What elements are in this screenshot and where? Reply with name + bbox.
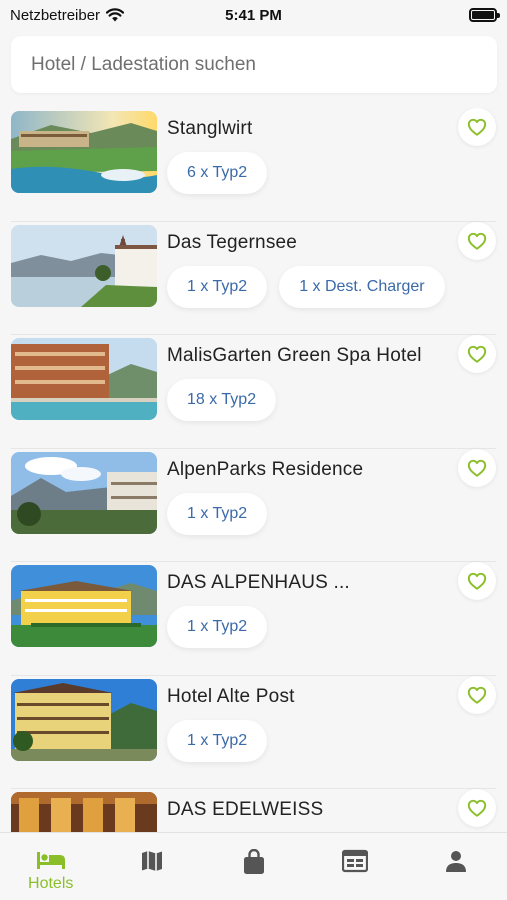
heart-icon — [467, 345, 487, 363]
hotel-row[interactable]: Stanglwirt 6 x Typ2 — [11, 108, 496, 222]
charger-chips: 1 x Typ2 — [167, 606, 268, 648]
map-icon — [142, 851, 163, 871]
favorite-button[interactable] — [458, 675, 496, 714]
shopping-bag-icon — [243, 849, 264, 874]
charger-chips: 1 x Typ2 — [167, 492, 268, 535]
tab-map[interactable] — [101, 833, 202, 900]
tab-label: Hotels — [28, 875, 74, 892]
favorite-button[interactable] — [458, 448, 496, 487]
hotel-image — [11, 224, 157, 307]
hotel-name: MalisGarten Green Spa Hotel — [167, 345, 422, 366]
charger-chips: 6 x Typ2 — [167, 152, 268, 194]
tab-profile[interactable] — [406, 833, 507, 900]
favorite-button[interactable] — [458, 335, 496, 373]
user-icon — [446, 851, 467, 872]
hotel-name: Hotel Alte Post — [167, 685, 295, 707]
hotel-image — [11, 111, 157, 193]
status-carrier-group: Netzbetreiber — [10, 6, 125, 24]
hotel-name: AlpenParks Residence — [167, 458, 364, 480]
hotel-image — [11, 678, 157, 761]
favorite-button[interactable] — [458, 562, 496, 600]
carrier-label: Netzbetreiber — [10, 6, 101, 24]
hotel-name: DAS EDELWEISS — [167, 799, 324, 820]
heart-icon — [467, 799, 487, 817]
heart-icon — [467, 459, 487, 477]
charger-chip[interactable]: 1 x Typ2 — [167, 492, 268, 535]
hotel-row[interactable]: MalisGarten Green Spa Hotel 18 x Typ2 — [11, 335, 496, 449]
tab-shop[interactable] — [203, 833, 304, 900]
charger-chip[interactable]: 1 x Typ2 — [167, 719, 268, 762]
favorite-button[interactable] — [458, 108, 496, 146]
charger-chips: 1 x Typ2 — [167, 719, 268, 762]
hotel-row[interactable]: DAS EDELWEISS — [11, 789, 496, 832]
search-bar[interactable] — [11, 36, 497, 93]
hotel-image — [11, 338, 157, 420]
hotel-row[interactable]: AlpenParks Residence 1 x Typ2 — [11, 448, 496, 562]
hotel-name: Stanglwirt — [167, 118, 253, 139]
tab-bar: Hotels — [0, 832, 507, 900]
charger-chip[interactable]: 1 x Typ2 — [167, 606, 268, 648]
heart-icon — [467, 232, 487, 250]
hotel-image — [11, 451, 157, 534]
heart-icon — [467, 572, 487, 590]
heart-icon — [467, 686, 487, 704]
hotel-image — [11, 792, 157, 832]
hotel-row[interactable]: Hotel Alte Post 1 x Typ2 — [11, 675, 496, 789]
battery-icon — [469, 8, 500, 22]
hotel-name: DAS ALPENHAUS ... — [167, 572, 350, 593]
charger-chips: 1 x Typ2 1 x Dest. Charger — [167, 265, 445, 308]
bed-icon — [36, 852, 65, 869]
hotel-row[interactable]: Das Tegernsee 1 x Typ2 1 x Dest. Charger — [11, 221, 496, 335]
favorite-button[interactable] — [458, 221, 496, 260]
charger-chip[interactable]: 6 x Typ2 — [167, 152, 268, 194]
hotel-row[interactable]: DAS ALPENHAUS ... 1 x Typ2 — [11, 562, 496, 676]
tab-hotels[interactable]: Hotels — [0, 833, 101, 900]
hotel-image — [11, 565, 157, 647]
charger-chip[interactable]: 18 x Typ2 — [167, 379, 277, 421]
charger-chip[interactable]: 1 x Typ2 — [167, 265, 268, 308]
wifi-icon — [106, 8, 125, 22]
hotel-name: Das Tegernsee — [167, 231, 298, 253]
hotel-list[interactable]: Stanglwirt 6 x Typ2 Das Tegernsee 1 x Ty… — [0, 108, 507, 832]
charger-chips: 18 x Typ2 — [167, 379, 277, 421]
favorite-button[interactable] — [458, 789, 496, 827]
status-bar: Netzbetreiber 5:41 PM — [0, 0, 507, 30]
search-input[interactable] — [31, 53, 497, 76]
tab-calendar[interactable] — [304, 833, 405, 900]
calendar-icon — [341, 849, 368, 873]
heart-icon — [467, 118, 487, 136]
charger-chip[interactable]: 1 x Dest. Charger — [279, 265, 445, 308]
